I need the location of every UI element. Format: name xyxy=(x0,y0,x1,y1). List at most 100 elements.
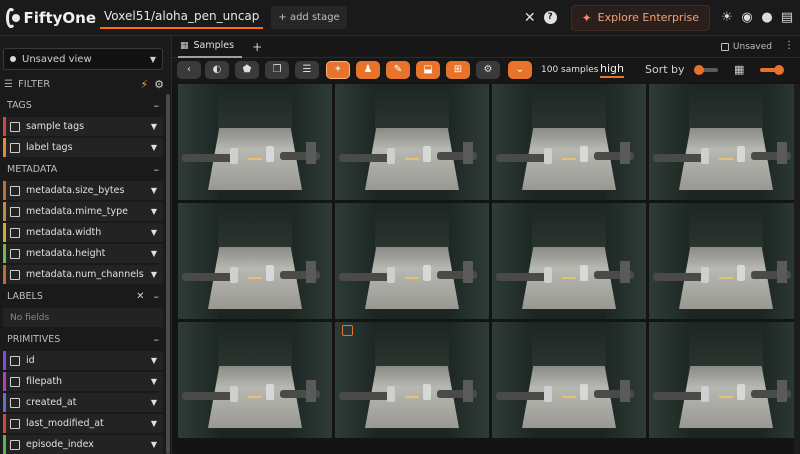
sample-tile[interactable] xyxy=(649,203,800,319)
grid-scrollbar[interactable] xyxy=(794,84,800,454)
sample-tile[interactable] xyxy=(335,84,489,200)
section-labels[interactable]: LABELS ✕ – xyxy=(3,287,163,305)
section-metadata[interactable]: METADATA – xyxy=(3,160,163,178)
patches-icon[interactable]: ❐ xyxy=(265,61,289,79)
back-button[interactable]: ‹ xyxy=(177,61,201,79)
checkbox[interactable] xyxy=(10,227,20,238)
checkbox[interactable] xyxy=(10,418,20,429)
chevron-down-icon[interactable]: ▼ xyxy=(151,228,157,237)
color-palette-icon[interactable]: ◐ xyxy=(205,61,229,79)
sample-tile[interactable] xyxy=(649,84,800,200)
field-row-size-bytes[interactable]: metadata.size_bytes ▼ xyxy=(3,181,163,200)
tile-select-checkbox[interactable] xyxy=(342,325,353,336)
operator-brain-button[interactable]: ♟ xyxy=(356,61,380,79)
checkbox[interactable] xyxy=(10,206,20,217)
sample-tile[interactable] xyxy=(492,322,646,438)
section-primitives[interactable]: PRIMITIVES – xyxy=(3,330,163,348)
collapse-icon[interactable]: – xyxy=(154,163,160,176)
sample-tile[interactable] xyxy=(649,322,800,438)
samples-grid xyxy=(178,84,800,454)
chevron-down-icon[interactable]: ▼ xyxy=(151,377,157,386)
field-row-sample-tags[interactable]: sample tags ▼ xyxy=(3,117,163,136)
chevron-down-icon[interactable]: ▼ xyxy=(151,143,157,152)
operator-sparkle-button[interactable]: ✦ xyxy=(326,61,350,79)
collapse-icon[interactable]: – xyxy=(154,290,160,303)
field-row-id[interactable]: id ▼ xyxy=(3,351,163,370)
field-row-mime-type[interactable]: metadata.mime_type ▼ xyxy=(3,202,163,221)
add-panel-button[interactable]: + xyxy=(252,40,262,54)
sort-direction-slider[interactable] xyxy=(694,65,718,75)
grid-zoom-slider[interactable] xyxy=(760,65,784,75)
checkbox[interactable] xyxy=(10,439,20,450)
gear-icon[interactable]: ⚙ xyxy=(476,61,500,79)
sort-by-button[interactable]: Sort by xyxy=(645,63,685,76)
close-icon[interactable]: ✕ xyxy=(524,10,536,26)
field-row-num-channels[interactable]: metadata.num_channels ▼ xyxy=(3,265,163,284)
view-select[interactable]: Unsaved view ▼ xyxy=(3,48,163,70)
chevron-down-icon[interactable]: ▼ xyxy=(151,419,157,428)
explore-enterprise-button[interactable]: ✦ Explore Enterprise xyxy=(570,4,710,31)
checkbox[interactable] xyxy=(10,376,20,387)
app-logo[interactable]: FiftyOne xyxy=(0,7,96,28)
operator-browse-button[interactable]: ⊞ xyxy=(446,61,470,79)
section-tags[interactable]: TAGS – xyxy=(3,96,163,114)
chevron-down-icon[interactable]: ▼ xyxy=(151,356,157,365)
github-icon[interactable]: ● xyxy=(758,10,776,25)
sample-tile[interactable] xyxy=(178,84,332,200)
operator-export-button[interactable]: ⬓ xyxy=(416,61,440,79)
tag-icon[interactable]: ⬟ xyxy=(235,61,259,79)
checkbox[interactable] xyxy=(10,142,20,153)
field-row-episode-index[interactable]: episode_index ▼ xyxy=(3,435,163,454)
media-quality-toggle[interactable]: high xyxy=(600,62,624,78)
filter-lines-icon: ☰ xyxy=(4,78,13,90)
field-row-height[interactable]: metadata.height ▼ xyxy=(3,244,163,263)
chevron-down-icon[interactable]: ▼ xyxy=(151,440,157,449)
checkbox[interactable] xyxy=(10,355,20,366)
dataset-selector[interactable]: Voxel51/aloha_pen_uncap xyxy=(100,7,264,29)
lightning-icon[interactable]: ⚡ xyxy=(140,78,148,91)
tab-samples[interactable]: ▦ Samples xyxy=(178,36,243,58)
chevron-down-icon[interactable]: ▼ xyxy=(151,270,157,279)
collapse-icon[interactable]: – xyxy=(154,99,160,112)
field-row-last-modified-at[interactable]: last_modified_at ▼ xyxy=(3,414,163,433)
docs-icon[interactable]: ▤ xyxy=(778,10,796,25)
gear-icon[interactable]: ⚙ xyxy=(154,78,164,91)
checkbox[interactable] xyxy=(10,121,20,132)
more-options-icon[interactable]: ⋮ xyxy=(784,40,794,51)
field-label: sample tags xyxy=(26,121,85,132)
sample-tile[interactable] xyxy=(335,203,489,319)
theme-toggle-icon[interactable]: ☀ xyxy=(718,10,736,25)
checkbox[interactable] xyxy=(10,185,20,196)
checkbox[interactable] xyxy=(10,248,20,259)
sparkle-icon: ✦ xyxy=(581,10,592,25)
help-icon[interactable]: ? xyxy=(543,11,557,24)
discord-icon[interactable]: ◉ xyxy=(738,10,756,25)
chevron-down-icon[interactable]: ▼ xyxy=(151,398,157,407)
grid-layout-icon[interactable]: ▦ xyxy=(734,63,744,76)
collapse-icon[interactable]: – xyxy=(154,333,160,346)
sidebar-scrollbar[interactable] xyxy=(166,94,170,454)
sample-tile[interactable] xyxy=(335,322,489,438)
sample-tile[interactable] xyxy=(492,84,646,200)
field-row-filepath[interactable]: filepath ▼ xyxy=(3,372,163,391)
chevron-down-icon[interactable]: ▼ xyxy=(151,249,157,258)
slider-knob[interactable] xyxy=(694,65,704,75)
field-row-created-at[interactable]: created_at ▼ xyxy=(3,393,163,412)
list-icon[interactable]: ☰ xyxy=(295,61,319,79)
chevron-down-icon[interactable]: ▼ xyxy=(151,186,157,195)
checkbox[interactable] xyxy=(10,397,20,408)
slider-knob[interactable] xyxy=(774,65,784,75)
add-stage-button[interactable]: + add stage xyxy=(271,6,347,29)
operator-edit-button[interactable]: ✎ xyxy=(386,61,410,79)
sample-tile[interactable] xyxy=(492,203,646,319)
checkbox[interactable] xyxy=(10,269,20,280)
sample-tile[interactable] xyxy=(178,322,332,438)
filter-header: ☰ FILTER ⚡ ⚙ xyxy=(4,76,164,92)
field-row-width[interactable]: metadata.width ▼ xyxy=(3,223,163,242)
sample-tile[interactable] xyxy=(178,203,332,319)
operators-dropdown-button[interactable]: ⌄ xyxy=(508,61,532,79)
chevron-down-icon[interactable]: ▼ xyxy=(151,207,157,216)
field-row-label-tags[interactable]: label tags ▼ xyxy=(3,138,163,157)
chevron-down-icon[interactable]: ▼ xyxy=(151,122,157,131)
clear-icon[interactable]: ✕ xyxy=(136,291,144,302)
